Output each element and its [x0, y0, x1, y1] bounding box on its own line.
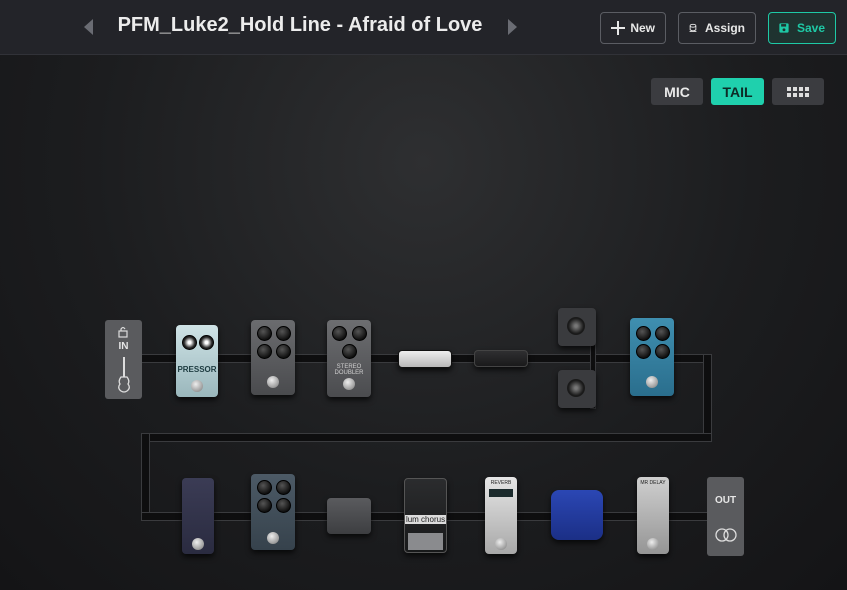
output-block[interactable]: OUT — [707, 477, 744, 556]
overdrive-2-pedal[interactable] — [251, 474, 295, 550]
compressor-pedal[interactable]: PRESSOR — [176, 325, 218, 397]
knob[interactable] — [342, 344, 357, 359]
knob[interactable] — [199, 335, 214, 350]
top-bar: PFM_Luke2_Hold Line - Afraid of Love New… — [0, 0, 847, 55]
mic-view-button[interactable]: MIC — [651, 78, 703, 105]
guitar-icon — [118, 357, 130, 393]
new-button-label: New — [630, 21, 655, 35]
save-button-label: Save — [796, 21, 825, 35]
footswitch[interactable] — [192, 538, 204, 550]
pedal-label: PRESSOR — [177, 365, 217, 374]
input-block[interactable]: IN — [105, 320, 142, 399]
input-label: IN — [118, 341, 129, 352]
knob[interactable] — [276, 326, 291, 341]
new-button[interactable]: New — [600, 12, 666, 44]
knob[interactable] — [257, 480, 272, 495]
air-reverb-pedal[interactable] — [630, 318, 674, 396]
cabinet-bottom[interactable] — [558, 370, 596, 408]
pedal-label: STEREO DOUBLER — [334, 364, 364, 376]
footswitch[interactable] — [267, 532, 279, 544]
assign-button[interactable]: Assign — [678, 12, 756, 44]
cable-left-vertical — [141, 433, 150, 521]
knob[interactable] — [276, 498, 291, 513]
pitch-delay-pedal[interactable] — [551, 490, 603, 540]
cable-middle — [141, 433, 712, 442]
reverb-pedal[interactable]: REVERB — [485, 477, 517, 554]
footswitch[interactable] — [267, 376, 279, 388]
save-button[interactable]: Save — [768, 12, 836, 44]
knob[interactable] — [636, 326, 651, 341]
assign-button-label: Assign — [704, 21, 745, 35]
speaker-icon — [567, 317, 585, 335]
pedal-label: lum chorus — [405, 515, 446, 524]
pedal-label: MR DELAY — [640, 480, 666, 486]
grid-icon — [787, 86, 809, 97]
knob[interactable] — [332, 326, 347, 341]
grid-view-button[interactable] — [772, 78, 824, 105]
knob[interactable] — [257, 498, 272, 513]
amp-head-block[interactable] — [398, 350, 452, 368]
footswitch[interactable] — [343, 378, 355, 390]
previous-preset-arrow-icon[interactable] — [84, 19, 93, 35]
next-preset-arrow-icon[interactable] — [508, 19, 517, 35]
graphic-eq-block[interactable] — [327, 498, 371, 534]
speaker-icon — [567, 379, 585, 397]
controller-knob-icon — [689, 23, 697, 32]
floppy-disk-icon — [779, 23, 789, 33]
lock-icon — [118, 326, 128, 338]
stereo-output-icon — [715, 528, 737, 542]
footswitch[interactable] — [495, 538, 507, 550]
knob[interactable] — [182, 335, 197, 350]
display-screen — [489, 489, 513, 497]
stereo-doubler-pedal[interactable]: STEREO DOUBLER — [327, 320, 371, 397]
knob[interactable] — [655, 344, 670, 359]
pedal-label: REVERB — [490, 480, 512, 486]
tail-view-button[interactable]: TAIL — [711, 78, 764, 105]
knob[interactable] — [655, 326, 670, 341]
footswitch[interactable] — [191, 380, 203, 392]
phaser-pedal[interactable] — [182, 478, 214, 554]
footswitch[interactable] — [647, 538, 659, 550]
knob[interactable] — [257, 344, 272, 359]
footswitch[interactable] — [646, 376, 658, 388]
plus-icon — [611, 21, 626, 35]
knob[interactable] — [257, 326, 272, 341]
cabinet-top[interactable] — [558, 308, 596, 346]
delay-pedal[interactable]: MR DELAY — [637, 477, 669, 554]
knob[interactable] — [636, 344, 651, 359]
amp-head-2-block[interactable] — [474, 350, 528, 367]
overdrive-pedal[interactable] — [251, 320, 295, 395]
knob[interactable] — [276, 344, 291, 359]
footswitch-plate[interactable] — [408, 533, 443, 550]
preset-title[interactable]: PFM_Luke2_Hold Line - Afraid of Love — [104, 14, 496, 37]
knob[interactable] — [352, 326, 367, 341]
output-label: OUT — [714, 495, 737, 506]
knob[interactable] — [276, 480, 291, 495]
chorus-pedal[interactable]: lum chorus — [404, 478, 447, 553]
cable-right-vertical — [703, 354, 712, 442]
